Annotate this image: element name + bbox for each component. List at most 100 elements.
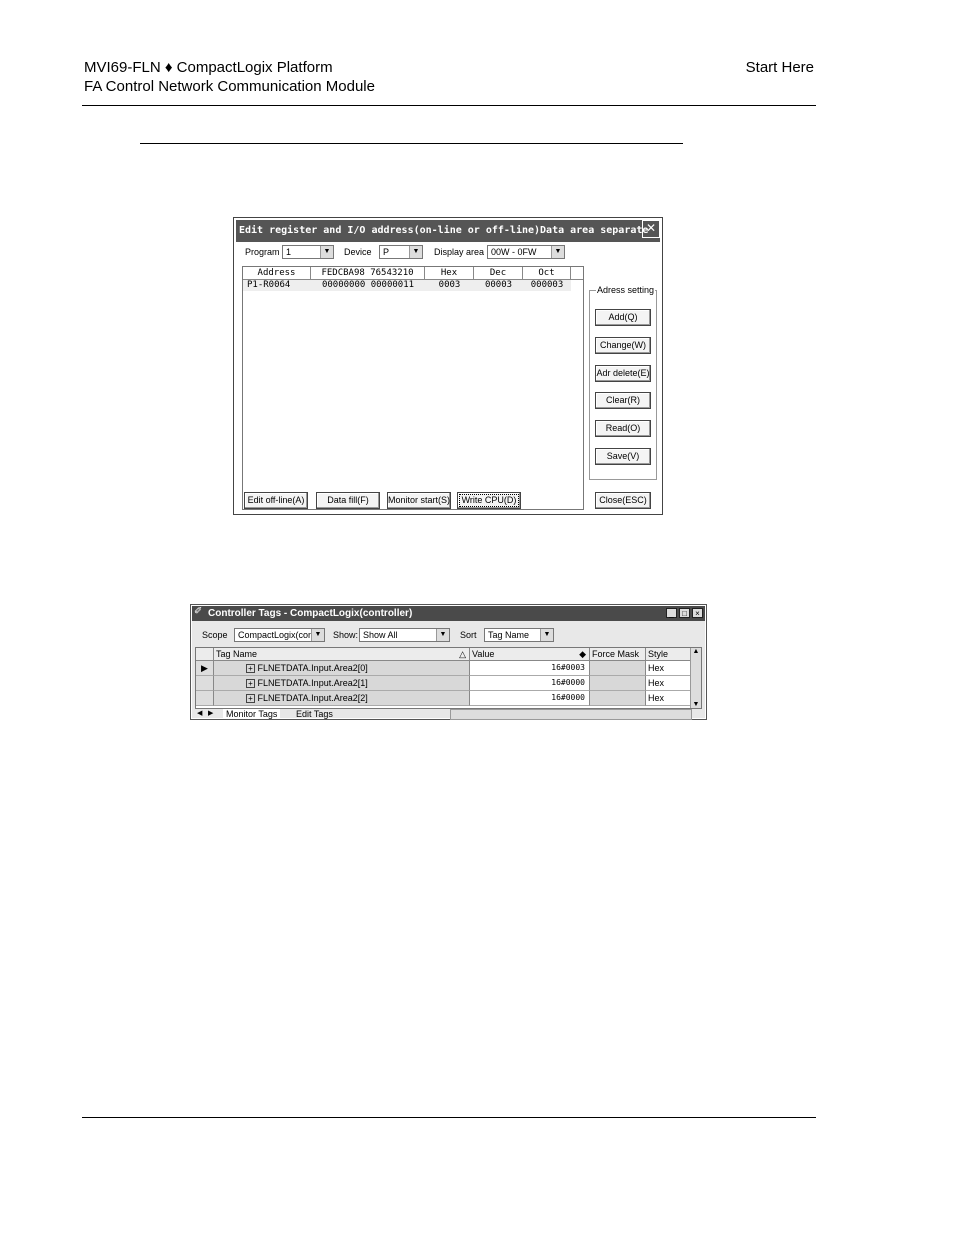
style-cell[interactable]: Hex <box>646 661 693 676</box>
minimize-icon[interactable]: _ <box>666 608 677 618</box>
col-address: Address <box>243 267 311 279</box>
add-button[interactable]: Add(Q) <box>595 309 651 326</box>
register-grid[interactable]: Address FEDCBA98 76543210 Hex Dec Oct P1… <box>242 266 584 510</box>
chevron-down-icon: ▼ <box>311 629 324 641</box>
chevron-down-icon: ▼ <box>320 246 333 258</box>
chevron-down-icon: ▼ <box>540 629 553 641</box>
col-value-label: Value <box>472 649 495 659</box>
value-cell[interactable]: 16#0000 <box>470 691 590 706</box>
chevron-down-icon: ▼ <box>409 246 422 258</box>
cell-dec: 00003 <box>484 280 513 290</box>
row-selector[interactable] <box>196 691 214 706</box>
force-mask-cell[interactable] <box>590 661 646 676</box>
force-mask-cell[interactable] <box>590 691 646 706</box>
show-value: Show All <box>363 630 398 640</box>
tag-name: FLNETDATA.Input.Area2[1] <box>257 678 368 688</box>
scope-label: Scope <box>202 630 228 640</box>
tag-name-cell[interactable]: + FLNETDATA.Input.Area2[1] <box>214 676 470 691</box>
tag-name-cell[interactable]: + FLNETDATA.Input.Area2[2] <box>214 691 470 706</box>
dialog-title: Edit register and I/O address(on-line or… <box>236 220 660 258</box>
sort-icon: △ <box>459 649 466 659</box>
write-cpu-button[interactable]: Write CPU(D) <box>457 492 521 509</box>
cell-oct: 000003 <box>530 280 564 290</box>
window-title: Controller Tags - CompactLogix(controlle… <box>192 606 705 621</box>
sort-select[interactable]: Tag Name ▼ <box>484 628 554 642</box>
tab-scroll-right-icon[interactable]: ▶ <box>208 709 213 719</box>
col-tag-name[interactable]: Tag Name △ <box>214 648 470 661</box>
style-cell[interactable]: Hex <box>646 676 693 691</box>
row-selector[interactable] <box>196 676 214 691</box>
sort-label: Sort <box>460 630 477 640</box>
row-selector[interactable]: ▶ <box>196 661 214 676</box>
group-label: Adress setting <box>596 285 656 295</box>
read-button[interactable]: Read(O) <box>595 420 651 437</box>
scroll-down-icon[interactable]: ▼ <box>691 701 701 708</box>
close-icon[interactable]: × <box>692 608 703 618</box>
display-area-value: 00W - 0FW <box>491 247 537 257</box>
close-icon[interactable]: ✕ <box>642 220 660 238</box>
cell-address: P1-R0064 <box>247 280 291 290</box>
table-row[interactable]: P1-R0064 00000000 00000011 0003 00003 00… <box>243 280 571 291</box>
value-cell[interactable]: 16#0000 <box>470 676 590 691</box>
scope-select[interactable]: CompactLogix(contro ▼ <box>234 628 325 642</box>
tab-scroll-left-icon[interactable]: ◀ <box>197 709 202 719</box>
force-mask-cell[interactable] <box>590 676 646 691</box>
dialog-body: Program 1 ▼ Device P ▼ Display area 00W … <box>236 242 660 512</box>
data-fill-button[interactable]: Data fill(F) <box>316 492 380 509</box>
window-body: Scope CompactLogix(contro ▼ Show: Show A… <box>192 621 705 720</box>
address-delete-button[interactable]: Adr delete(E) <box>595 365 651 382</box>
tag-name: FLNETDATA.Input.Area2[0] <box>257 663 368 673</box>
expand-icon[interactable]: + <box>246 694 255 703</box>
table-row[interactable]: + FLNETDATA.Input.Area2[2] 16#0000 Hex <box>196 691 693 706</box>
header-rule <box>82 105 816 106</box>
program-select[interactable]: 1 ▼ <box>282 245 334 259</box>
vertical-scrollbar[interactable]: ▲ ▼ <box>690 648 701 708</box>
tags-icon: ✐ <box>194 606 203 617</box>
device-label: Device <box>344 247 372 257</box>
value-cell[interactable]: 16#0003 <box>470 661 590 676</box>
display-area-label: Display area <box>434 247 485 257</box>
show-select[interactable]: Show All ▼ <box>359 628 450 642</box>
controller-tags-window: Controller Tags - CompactLogix(controlle… <box>190 604 707 720</box>
table-row[interactable]: ▶ + FLNETDATA.Input.Area2[0] 16#0003 Hex <box>196 661 693 676</box>
cell-hex: 0003 <box>438 280 461 290</box>
section-rule <box>140 143 683 144</box>
expand-icon[interactable]: + <box>246 679 255 688</box>
header-title: MVI69-FLN ♦ CompactLogix Platform FA Con… <box>84 58 375 96</box>
edit-offline-button[interactable]: Edit off-line(A) <box>244 492 308 509</box>
tag-name: FLNETDATA.Input.Area2[2] <box>257 693 368 703</box>
scroll-up-icon[interactable]: ▲ <box>691 648 701 655</box>
col-tag-name-label: Tag Name <box>216 649 258 659</box>
tab-edit-tags[interactable]: Edit Tags <box>293 709 336 719</box>
close-button[interactable]: Close(ESC) <box>595 492 651 509</box>
col-dec: Dec <box>474 267 523 279</box>
chevron-down-icon: ▼ <box>551 246 564 258</box>
col-bits: FEDCBA98 76543210 <box>311 267 425 279</box>
expand-icon[interactable]: + <box>246 664 255 673</box>
monitor-start-button[interactable]: Monitor start(S) <box>387 492 451 509</box>
program-label: Program <box>245 247 280 257</box>
maximize-icon[interactable]: □ <box>679 608 690 618</box>
tags-table[interactable]: Tag Name △ Value ◆ Force Mask Style ▶ + … <box>195 647 702 709</box>
header-section: Start Here <box>745 59 814 76</box>
show-label: Show: <box>333 630 359 640</box>
device-select[interactable]: P ▼ <box>379 245 423 259</box>
program-value: 1 <box>286 247 292 257</box>
col-style[interactable]: Style <box>646 648 693 661</box>
format-icon: ◆ <box>579 649 586 659</box>
col-value[interactable]: Value ◆ <box>470 648 590 661</box>
tab-strip: ◀ ▶ Monitor Tags Edit Tags <box>195 709 702 720</box>
style-cell[interactable]: Hex <box>646 691 693 706</box>
save-button[interactable]: Save(V) <box>595 448 651 465</box>
clear-button[interactable]: Clear(R) <box>595 392 651 409</box>
tab-monitor-tags[interactable]: Monitor Tags <box>223 709 281 719</box>
edit-register-dialog: Edit register and I/O address(on-line or… <box>233 217 663 515</box>
tag-name-cell[interactable]: + FLNETDATA.Input.Area2[0] <box>214 661 470 676</box>
change-button[interactable]: Change(W) <box>595 337 651 354</box>
horizontal-scrollbar[interactable] <box>450 709 692 720</box>
col-force-mask[interactable]: Force Mask <box>590 648 646 661</box>
col-oct: Oct <box>523 267 571 279</box>
table-row[interactable]: + FLNETDATA.Input.Area2[1] 16#0000 Hex <box>196 676 693 691</box>
col-hex: Hex <box>425 267 474 279</box>
display-area-select[interactable]: 00W - 0FW ▼ <box>487 245 565 259</box>
